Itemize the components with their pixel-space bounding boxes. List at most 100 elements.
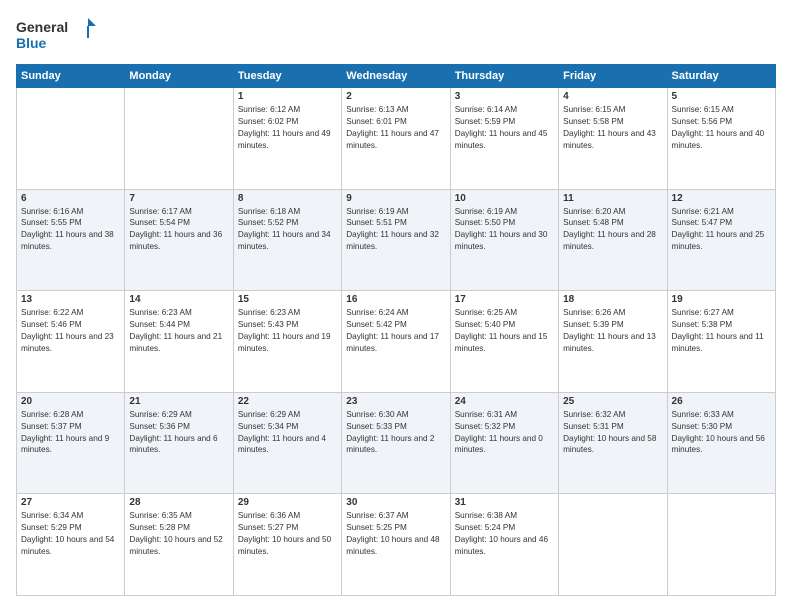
- calendar-cell: 10 Sunrise: 6:19 AMSunset: 5:50 PMDaylig…: [450, 189, 558, 291]
- day-number: 21: [129, 396, 228, 407]
- day-number: 31: [455, 497, 554, 508]
- day-info: Sunrise: 6:19 AMSunset: 5:50 PMDaylight:…: [455, 207, 548, 252]
- day-info: Sunrise: 6:27 AMSunset: 5:38 PMDaylight:…: [672, 308, 764, 353]
- day-info: Sunrise: 6:32 AMSunset: 5:31 PMDaylight:…: [563, 410, 656, 455]
- header: General Blue: [16, 16, 776, 54]
- day-info: Sunrise: 6:25 AMSunset: 5:40 PMDaylight:…: [455, 308, 548, 353]
- day-number: 25: [563, 396, 662, 407]
- day-number: 19: [672, 294, 771, 305]
- day-info: Sunrise: 6:12 AMSunset: 6:02 PMDaylight:…: [238, 105, 331, 150]
- calendar-cell: 1 Sunrise: 6:12 AMSunset: 6:02 PMDayligh…: [233, 88, 341, 190]
- day-info: Sunrise: 6:35 AMSunset: 5:28 PMDaylight:…: [129, 511, 222, 556]
- day-info: Sunrise: 6:15 AMSunset: 5:58 PMDaylight:…: [563, 105, 656, 150]
- calendar-cell: 4 Sunrise: 6:15 AMSunset: 5:58 PMDayligh…: [559, 88, 667, 190]
- day-info: Sunrise: 6:38 AMSunset: 5:24 PMDaylight:…: [455, 511, 548, 556]
- day-info: Sunrise: 6:29 AMSunset: 5:34 PMDaylight:…: [238, 410, 326, 455]
- day-info: Sunrise: 6:34 AMSunset: 5:29 PMDaylight:…: [21, 511, 114, 556]
- dow-header: Thursday: [450, 65, 558, 88]
- calendar-cell: 15 Sunrise: 6:23 AMSunset: 5:43 PMDaylig…: [233, 291, 341, 393]
- calendar-week-row: 6 Sunrise: 6:16 AMSunset: 5:55 PMDayligh…: [17, 189, 776, 291]
- day-number: 30: [346, 497, 445, 508]
- day-number: 4: [563, 91, 662, 102]
- calendar-cell: 11 Sunrise: 6:20 AMSunset: 5:48 PMDaylig…: [559, 189, 667, 291]
- day-number: 26: [672, 396, 771, 407]
- day-info: Sunrise: 6:23 AMSunset: 5:44 PMDaylight:…: [129, 308, 222, 353]
- day-info: Sunrise: 6:16 AMSunset: 5:55 PMDaylight:…: [21, 207, 114, 252]
- calendar-cell: 21 Sunrise: 6:29 AMSunset: 5:36 PMDaylig…: [125, 392, 233, 494]
- calendar-cell: 17 Sunrise: 6:25 AMSunset: 5:40 PMDaylig…: [450, 291, 558, 393]
- calendar-cell: 30 Sunrise: 6:37 AMSunset: 5:25 PMDaylig…: [342, 494, 450, 596]
- day-number: 28: [129, 497, 228, 508]
- dow-header: Sunday: [17, 65, 125, 88]
- day-number: 5: [672, 91, 771, 102]
- day-info: Sunrise: 6:17 AMSunset: 5:54 PMDaylight:…: [129, 207, 222, 252]
- day-number: 16: [346, 294, 445, 305]
- day-number: 23: [346, 396, 445, 407]
- day-number: 13: [21, 294, 120, 305]
- calendar-cell: 28 Sunrise: 6:35 AMSunset: 5:28 PMDaylig…: [125, 494, 233, 596]
- day-number: 9: [346, 193, 445, 204]
- calendar-cell: [125, 88, 233, 190]
- day-number: 11: [563, 193, 662, 204]
- dow-header: Saturday: [667, 65, 775, 88]
- calendar-body: 1 Sunrise: 6:12 AMSunset: 6:02 PMDayligh…: [17, 88, 776, 596]
- day-info: Sunrise: 6:36 AMSunset: 5:27 PMDaylight:…: [238, 511, 331, 556]
- day-info: Sunrise: 6:33 AMSunset: 5:30 PMDaylight:…: [672, 410, 765, 455]
- calendar-cell: 23 Sunrise: 6:30 AMSunset: 5:33 PMDaylig…: [342, 392, 450, 494]
- calendar-cell: 6 Sunrise: 6:16 AMSunset: 5:55 PMDayligh…: [17, 189, 125, 291]
- calendar-cell: 5 Sunrise: 6:15 AMSunset: 5:56 PMDayligh…: [667, 88, 775, 190]
- calendar-cell: 13 Sunrise: 6:22 AMSunset: 5:46 PMDaylig…: [17, 291, 125, 393]
- day-number: 24: [455, 396, 554, 407]
- day-info: Sunrise: 6:21 AMSunset: 5:47 PMDaylight:…: [672, 207, 765, 252]
- calendar-cell: 31 Sunrise: 6:38 AMSunset: 5:24 PMDaylig…: [450, 494, 558, 596]
- day-number: 10: [455, 193, 554, 204]
- calendar-cell: 25 Sunrise: 6:32 AMSunset: 5:31 PMDaylig…: [559, 392, 667, 494]
- day-info: Sunrise: 6:18 AMSunset: 5:52 PMDaylight:…: [238, 207, 331, 252]
- calendar-cell: 22 Sunrise: 6:29 AMSunset: 5:34 PMDaylig…: [233, 392, 341, 494]
- day-number: 14: [129, 294, 228, 305]
- days-of-week-row: SundayMondayTuesdayWednesdayThursdayFrid…: [17, 65, 776, 88]
- day-info: Sunrise: 6:19 AMSunset: 5:51 PMDaylight:…: [346, 207, 439, 252]
- page: General Blue SundayMondayTuesdayWednesda…: [0, 0, 792, 612]
- calendar-cell: 14 Sunrise: 6:23 AMSunset: 5:44 PMDaylig…: [125, 291, 233, 393]
- calendar-week-row: 1 Sunrise: 6:12 AMSunset: 6:02 PMDayligh…: [17, 88, 776, 190]
- day-number: 17: [455, 294, 554, 305]
- calendar-cell: [559, 494, 667, 596]
- day-info: Sunrise: 6:14 AMSunset: 5:59 PMDaylight:…: [455, 105, 548, 150]
- day-number: 27: [21, 497, 120, 508]
- day-number: 2: [346, 91, 445, 102]
- day-number: 29: [238, 497, 337, 508]
- logo: General Blue: [16, 16, 96, 54]
- day-number: 18: [563, 294, 662, 305]
- day-number: 15: [238, 294, 337, 305]
- day-info: Sunrise: 6:20 AMSunset: 5:48 PMDaylight:…: [563, 207, 656, 252]
- day-number: 7: [129, 193, 228, 204]
- day-number: 20: [21, 396, 120, 407]
- dow-header: Friday: [559, 65, 667, 88]
- calendar-cell: 19 Sunrise: 6:27 AMSunset: 5:38 PMDaylig…: [667, 291, 775, 393]
- day-info: Sunrise: 6:13 AMSunset: 6:01 PMDaylight:…: [346, 105, 439, 150]
- day-number: 3: [455, 91, 554, 102]
- day-info: Sunrise: 6:28 AMSunset: 5:37 PMDaylight:…: [21, 410, 109, 455]
- svg-text:General: General: [16, 19, 68, 35]
- day-info: Sunrise: 6:29 AMSunset: 5:36 PMDaylight:…: [129, 410, 217, 455]
- dow-header: Tuesday: [233, 65, 341, 88]
- calendar-cell: 18 Sunrise: 6:26 AMSunset: 5:39 PMDaylig…: [559, 291, 667, 393]
- calendar-cell: 3 Sunrise: 6:14 AMSunset: 5:59 PMDayligh…: [450, 88, 558, 190]
- dow-header: Wednesday: [342, 65, 450, 88]
- calendar-cell: 9 Sunrise: 6:19 AMSunset: 5:51 PMDayligh…: [342, 189, 450, 291]
- day-number: 6: [21, 193, 120, 204]
- calendar-cell: 20 Sunrise: 6:28 AMSunset: 5:37 PMDaylig…: [17, 392, 125, 494]
- calendar-cell: 16 Sunrise: 6:24 AMSunset: 5:42 PMDaylig…: [342, 291, 450, 393]
- calendar-cell: [667, 494, 775, 596]
- calendar-table: SundayMondayTuesdayWednesdayThursdayFrid…: [16, 64, 776, 596]
- day-info: Sunrise: 6:24 AMSunset: 5:42 PMDaylight:…: [346, 308, 439, 353]
- calendar-cell: 27 Sunrise: 6:34 AMSunset: 5:29 PMDaylig…: [17, 494, 125, 596]
- day-info: Sunrise: 6:23 AMSunset: 5:43 PMDaylight:…: [238, 308, 331, 353]
- calendar-week-row: 20 Sunrise: 6:28 AMSunset: 5:37 PMDaylig…: [17, 392, 776, 494]
- calendar-week-row: 27 Sunrise: 6:34 AMSunset: 5:29 PMDaylig…: [17, 494, 776, 596]
- calendar-cell: 12 Sunrise: 6:21 AMSunset: 5:47 PMDaylig…: [667, 189, 775, 291]
- day-info: Sunrise: 6:22 AMSunset: 5:46 PMDaylight:…: [21, 308, 114, 353]
- dow-header: Monday: [125, 65, 233, 88]
- day-info: Sunrise: 6:37 AMSunset: 5:25 PMDaylight:…: [346, 511, 439, 556]
